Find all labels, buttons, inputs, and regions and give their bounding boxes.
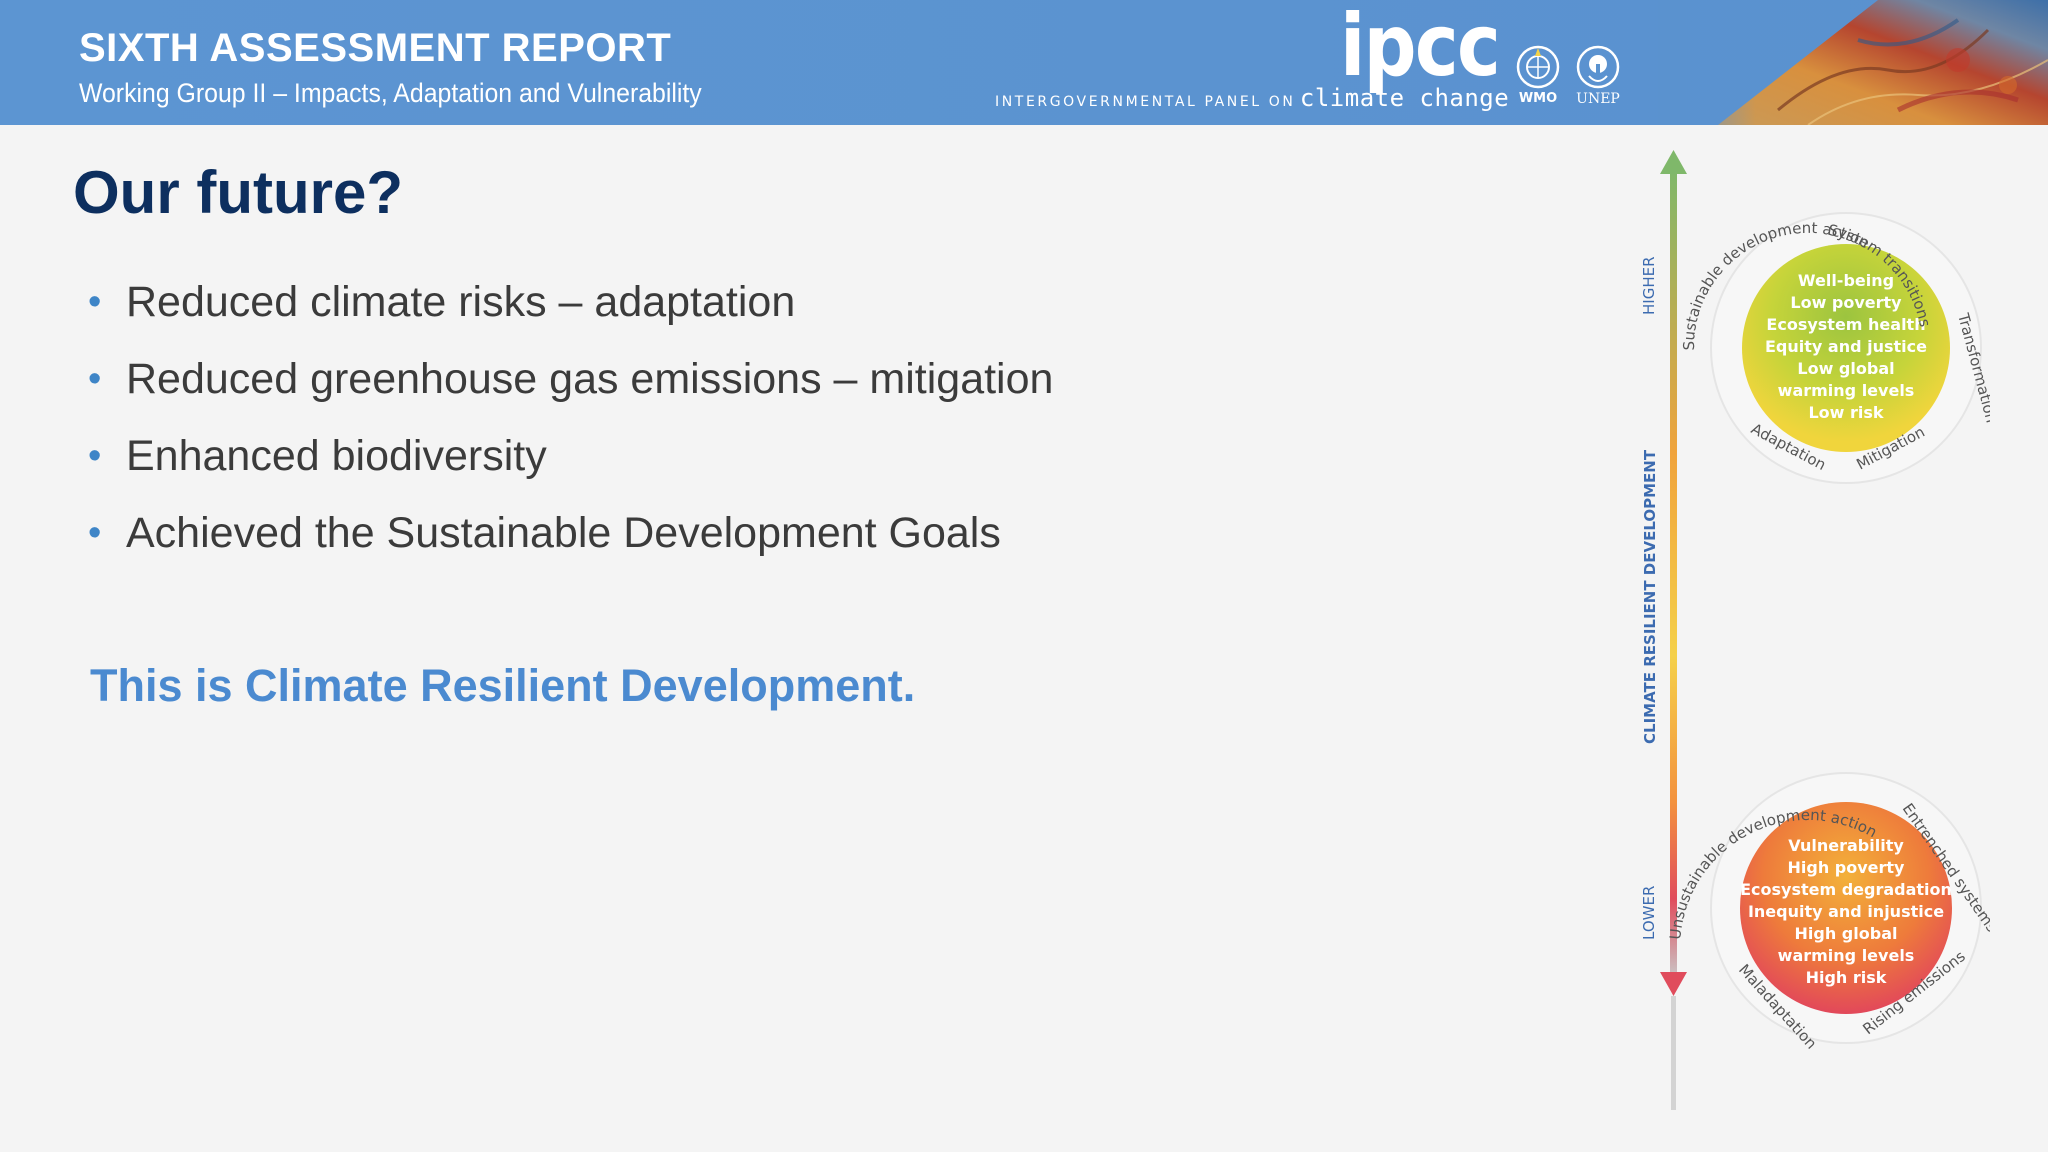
axis-arrow-shaft [1670,170,1677,980]
axis-label: CLIMATE RESILIENT DEVELOPMENT [1641,449,1659,744]
bullet-item: • Achieved the Sustainable Development Go… [88,506,1053,583]
ipcc-tagline-big: climate change [1299,84,1510,112]
bottom-circle-line: Vulnerability [1788,836,1904,855]
bottom-circle-line: warming levels [1778,946,1915,965]
unep-logo-icon [1576,45,1620,89]
satellite-image [1658,0,2048,125]
bullet-dot-icon: • [88,358,102,400]
higher-label: HIGHER [1640,256,1658,315]
closing-statement: This is Climate Resilient Development. [90,660,916,711]
bullet-text: Achieved the Sustainable Development Goa… [126,509,1001,557]
bottom-circle-line: Inequity and injustice [1748,902,1944,921]
unep-label: UNEP [1576,91,1620,107]
top-circle: Well-being Low poverty Ecosystem health … [1680,212,1990,484]
ipcc-logo: ipcc [1340,0,1501,96]
arrow-up-icon [1660,150,1687,174]
axis-tail [1671,996,1676,1110]
top-circle-line: Low poverty [1790,293,1902,312]
slide-title: Our future? [73,159,403,226]
header-banner: SIXTH ASSESSMENT REPORT Working Group II… [0,0,2048,125]
top-circle-line: warming levels [1778,381,1915,400]
bullet-item: • Enhanced biodiversity [88,429,1053,506]
bullet-dot-icon: • [88,435,102,477]
ipcc-tagline-small: INTERGOVERNMENTAL PANEL ON [995,94,1296,110]
bottom-circle-line: High global [1795,924,1898,943]
bottom-circle-line: High risk [1806,968,1887,987]
ipcc-tagline: INTERGOVERNMENTAL PANEL ON climate chang… [995,84,1509,112]
bottom-circle-line: High poverty [1788,858,1906,877]
lower-label: LOWER [1640,886,1658,940]
top-circle-line: Ecosystem health [1766,315,1925,334]
bullet-item: • Reduced climate risks – adaptation [88,275,1053,352]
top-circle-line: Low risk [1808,403,1883,422]
top-circle-line: Equity and justice [1765,337,1927,356]
unep-logo: UNEP [1572,44,1624,107]
bullet-dot-icon: • [88,512,102,554]
bullet-text: Enhanced biodiversity [126,432,547,480]
top-circle-line: Well-being [1798,271,1894,290]
working-group-subtitle: Working Group II – Impacts, Adaptation a… [79,78,702,108]
bottom-circle: Vulnerability High poverty Ecosystem deg… [1666,772,1990,1053]
bottom-circle-line: Ecosystem degradation [1740,880,1952,899]
bullet-item: • Reduced greenhouse gas emissions – miti… [88,352,1053,429]
bullet-text: Reduced greenhouse gas emissions – mitig… [126,355,1054,403]
wmo-label: WMO [1518,91,1558,106]
wmo-logo-icon [1516,45,1560,89]
bullet-dot-icon: • [88,281,102,323]
bullet-text: Reduced climate risks – adaptation [126,278,796,326]
arrow-down-icon [1660,972,1687,996]
top-circle-line: Low global [1797,359,1894,378]
bullet-list: • Reduced climate risks – adaptation • Red… [88,275,1053,583]
report-title: SIXTH ASSESSMENT REPORT [79,26,672,70]
wmo-logo: WMO [1512,44,1564,106]
climate-resilient-development-figure: HIGHER CLIMATE RESILIENT DEVELOPMENT LOW… [1640,150,1990,1110]
